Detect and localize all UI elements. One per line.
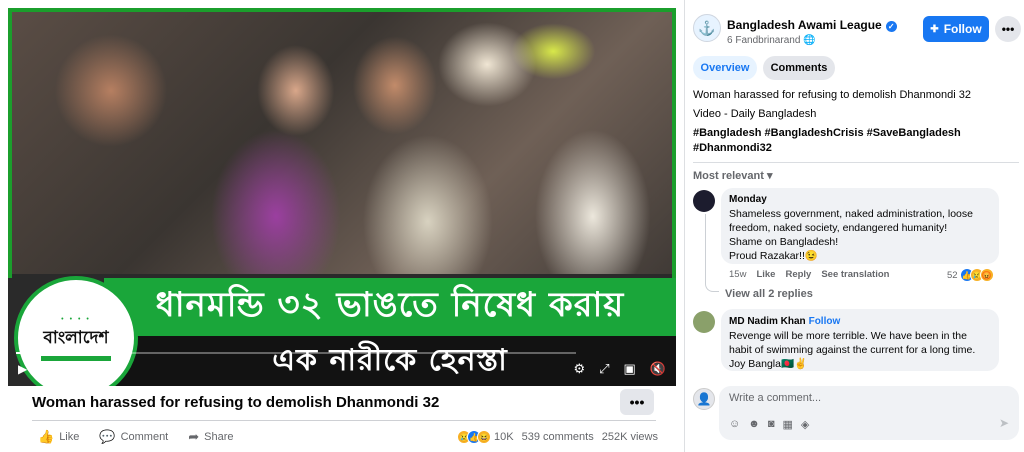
video-banner-headline: ধানমন্ডি ৩২ ভাঙতে নিষেধ করায় xyxy=(104,278,676,336)
sticker-icon[interactable]: ◈ xyxy=(801,418,809,431)
comment-line: Shameless government, naked administrati… xyxy=(729,208,973,220)
reply-thread-line xyxy=(705,214,719,292)
picture-in-picture-icon[interactable]: ▣ xyxy=(624,361,636,377)
composer-tools: ☺ ☻ ◙ ▦ ◈ xyxy=(729,418,817,431)
commenter-avatar[interactable] xyxy=(693,190,715,212)
hashtags-line-1[interactable]: #Bangladesh #BangladeshCrisis #SaveBangl… xyxy=(693,126,1013,141)
comment-composer[interactable]: Write a comment... ☺ ☻ ◙ ▦ ◈ ➤ xyxy=(719,386,1019,440)
comment-bubble: Monday Shameless government, naked admin… xyxy=(721,188,999,264)
angry-reaction-icon: 😡 xyxy=(979,268,994,282)
post-text-line-1: Woman harassed for refusing to demolish … xyxy=(693,89,972,101)
send-icon[interactable]: ➤ xyxy=(999,416,1009,430)
video-panel: ধানমন্ডি ৩২ ভাঙতে নিষেধ করায় এক নারীকে … xyxy=(0,0,684,452)
gif-icon[interactable]: ▦ xyxy=(782,418,792,431)
follow-button[interactable]: ✚ Follow xyxy=(923,16,989,42)
logo-text: বাংলাদেশ xyxy=(43,327,109,348)
hashtags-line-2[interactable]: #Dhanmondi32 xyxy=(693,141,1013,156)
video-frame-border xyxy=(8,8,676,278)
follow-label: Follow xyxy=(943,22,982,36)
video-more-options-button[interactable]: ••• xyxy=(620,389,654,415)
comment-bubble: MD Nadim Khan Follow Revenge will be mor… xyxy=(721,309,999,371)
comment-line: habit of swimming against the current fo… xyxy=(729,344,976,356)
comment-label: Comment xyxy=(120,431,169,443)
comment-button[interactable]: 💬 Comment xyxy=(99,429,168,445)
comment-emoji: 🇧🇩✌ xyxy=(780,358,808,370)
comment-sort-dropdown[interactable]: Most relevant ▾ xyxy=(693,169,773,182)
divider xyxy=(693,162,1019,163)
view-replies-link[interactable]: View all 2 replies xyxy=(725,288,813,300)
comment-time[interactable]: 15w xyxy=(729,269,746,280)
divider xyxy=(32,420,656,421)
reactions-count[interactable]: 10K xyxy=(494,431,514,443)
tab-comments[interactable]: Comments xyxy=(763,56,835,80)
comment-meta: 15w Like Reply See translation xyxy=(729,269,899,280)
banner-line-1: ধানমন্ডি ৩২ ভাঙতে নিষেধ করায় xyxy=(155,284,625,325)
comments-count[interactable]: 539 comments xyxy=(522,431,594,443)
action-bar: 👍 Like 💬 Comment ➦ Share 😢 👍 😆 10K 539 c… xyxy=(38,428,658,446)
page-name-text[interactable]: Bangladesh Awami League xyxy=(727,18,882,32)
page-meta-text: 6 Fandbrinarand xyxy=(727,35,801,46)
play-icon[interactable]: ▶ xyxy=(18,362,27,376)
globe-icon: 🌐 xyxy=(803,35,816,46)
comment-input[interactable]: Write a comment... xyxy=(729,392,821,404)
comment-reply-button[interactable]: Reply xyxy=(785,269,811,280)
comment-like-button[interactable]: Like xyxy=(756,269,775,280)
commenter-name[interactable]: MD Nadim Khan xyxy=(729,316,806,327)
commenter-follow-link[interactable]: Follow xyxy=(809,316,841,327)
page-meta: 6 Fandbrinarand 🌐 xyxy=(727,35,816,46)
thumbs-up-icon: 👍 xyxy=(38,429,55,444)
video-title: Woman harassed for refusing to demolish … xyxy=(32,394,440,411)
comment-emoji: 😉 xyxy=(804,250,818,262)
sort-label: Most relevant xyxy=(693,170,764,182)
avatar-sticker-icon[interactable]: ☺ xyxy=(729,418,740,431)
video-controls: ▶ 0:01 / 0:57 ⚙ ⤢ ▣ 🔇 xyxy=(8,352,676,386)
comment-bubble-icon: 💬 xyxy=(99,429,116,444)
settings-gear-icon[interactable]: ⚙ xyxy=(573,361,585,377)
post-sidebar: ⚓ Bangladesh Awami League ✓ 6 Fandbrinara… xyxy=(684,0,1024,452)
caret-down-icon: ▾ xyxy=(766,170,773,182)
reaction-icons[interactable]: 😢 👍 😆 xyxy=(457,430,491,444)
tab-overview[interactable]: Overview xyxy=(693,56,757,80)
page-avatar[interactable]: ⚓ xyxy=(693,14,721,42)
current-user-avatar-icon[interactable]: 👤 xyxy=(693,388,715,410)
haha-reaction-icon: 😆 xyxy=(477,430,491,444)
emoji-icon[interactable]: ☻ xyxy=(748,418,760,431)
comment-line: Revenge will be more terrible. We have b… xyxy=(729,330,967,342)
post-hashtags: #Bangladesh #BangladeshCrisis #SaveBangl… xyxy=(693,126,1013,156)
follow-icon: ✚ xyxy=(930,23,939,35)
commenter-avatar[interactable] xyxy=(693,311,715,333)
video-time: 0:01 / 0:57 xyxy=(37,363,85,375)
comment-line: Shame on Bangladesh! xyxy=(729,236,839,248)
camera-icon[interactable]: ◙ xyxy=(768,418,775,431)
mute-icon[interactable]: 🔇 xyxy=(650,361,666,377)
commenter-name[interactable]: Monday xyxy=(729,193,991,207)
share-arrow-icon: ➦ xyxy=(188,429,200,444)
like-label: Like xyxy=(59,431,80,443)
post-text-line-2: Video - Daily Bangladesh xyxy=(693,108,817,120)
comment-react-count: 52 xyxy=(947,269,958,281)
comment-reactions[interactable]: 52 👍 😢 😡 xyxy=(947,268,994,282)
share-button[interactable]: ➦ Share xyxy=(188,429,233,445)
verified-badge-icon: ✓ xyxy=(885,21,897,32)
video-player[interactable]: ধানমন্ডি ৩২ ভাঙতে নিষেধ করায় এক নারীকে … xyxy=(8,8,676,386)
like-button[interactable]: 👍 Like xyxy=(38,429,79,445)
comment-line: Joy Bangla xyxy=(729,358,781,370)
fullscreen-expand-icon[interactable]: ⤢ xyxy=(599,361,609,377)
post-more-options-button[interactable]: ••• xyxy=(995,16,1021,42)
see-translation-link[interactable]: See translation xyxy=(821,269,889,280)
page-name[interactable]: Bangladesh Awami League ✓ xyxy=(727,18,897,32)
facebook-video-page: ধানমন্ডি ৩২ ভাঙতে নিষেধ করায় এক নারীকে … xyxy=(0,0,1024,452)
views-count: 252K views xyxy=(601,431,658,443)
share-label: Share xyxy=(204,431,234,443)
comment-line: freedom, naked society, endangered human… xyxy=(729,222,948,234)
logo-ornament: • • • • xyxy=(61,315,91,323)
comment-line: Proud Razakar!! xyxy=(729,250,805,262)
